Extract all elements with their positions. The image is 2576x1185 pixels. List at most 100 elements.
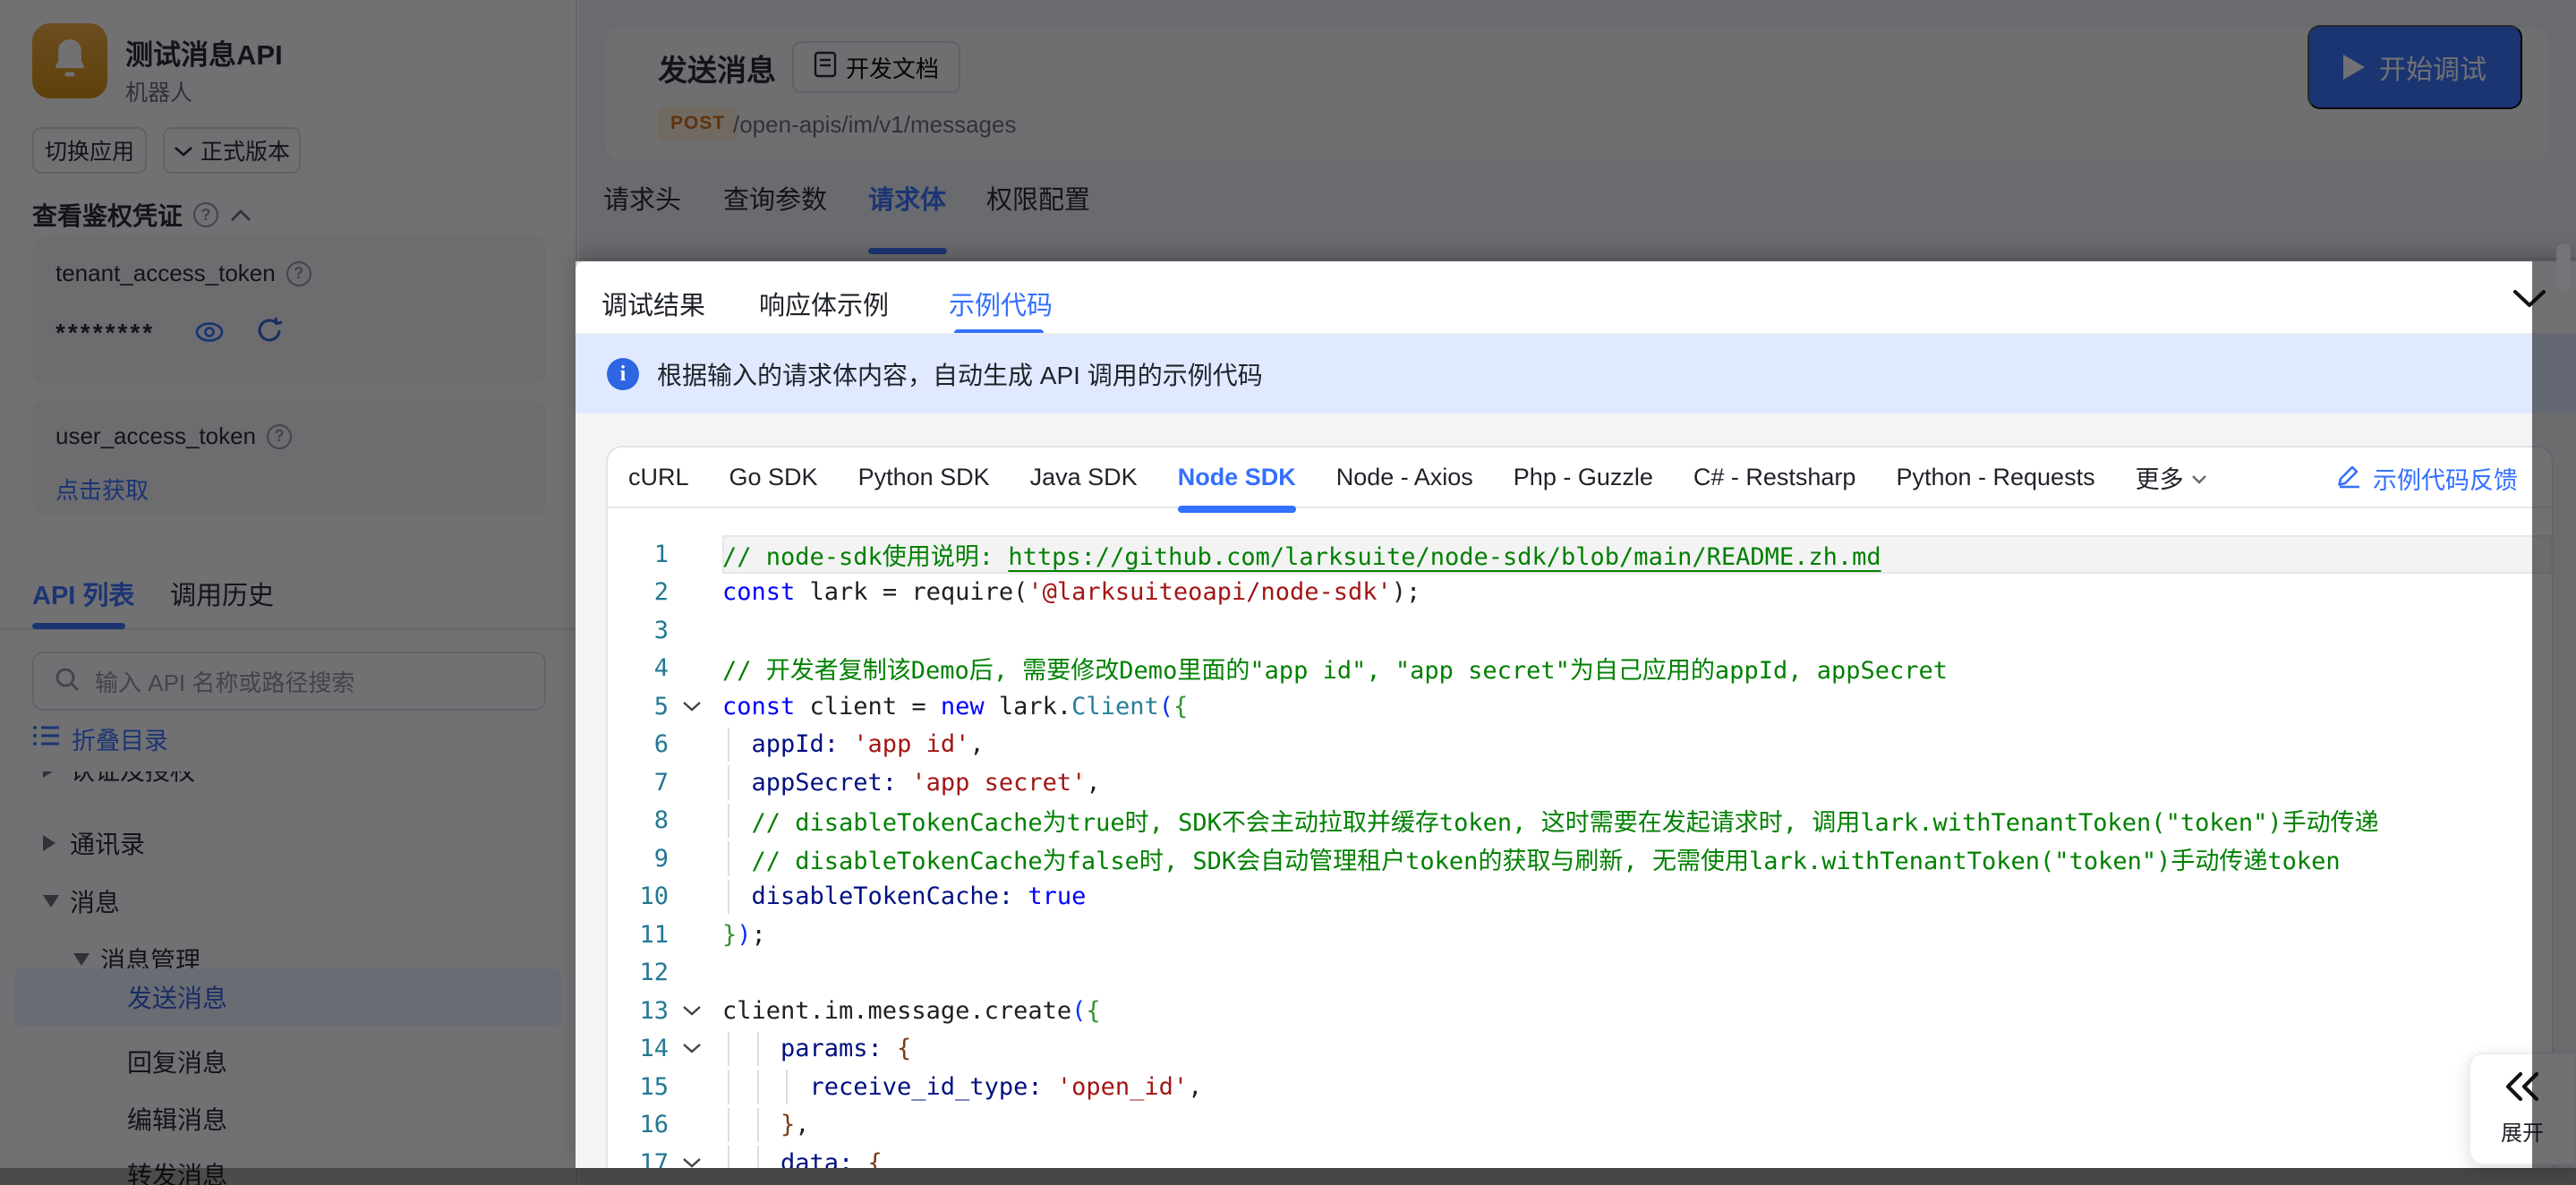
more-label: 更多 — [2135, 465, 2184, 493]
sdk-tab-go-sdk[interactable]: Go SDK — [729, 464, 818, 491]
code-token: , — [795, 1111, 810, 1139]
code-line-7: 7 appSecret: 'app secret', — [608, 763, 2552, 802]
code-token: ( — [1071, 996, 1087, 1025]
line-number: 14 — [639, 1035, 669, 1063]
line-number: 7 — [653, 768, 669, 797]
indent-guide — [756, 1146, 759, 1168]
code-token: // disableTokenCache为true时, SDK不会主动拉取并缓存… — [751, 809, 2379, 838]
line-number: 8 — [653, 806, 669, 835]
modal-overlay[interactable] — [0, 261, 576, 1168]
code-line-15: 15 receive_id_type: 'open_id', — [608, 1068, 2552, 1106]
modal-overlay[interactable] — [0, 1168, 2576, 1185]
code-content — [722, 611, 2552, 650]
code-content: appSecret: 'app secret', — [722, 763, 2552, 802]
code-content: // disableTokenCache为false时, SDK会自动管理租户t… — [722, 840, 2552, 878]
code-token: new — [940, 692, 985, 720]
indent-guide — [728, 841, 729, 876]
fold-chevron-icon[interactable] — [669, 1157, 715, 1168]
code-link[interactable]: https://github.com/larksuite/node-sdk/bl… — [1008, 543, 1881, 571]
code-content: }); — [722, 916, 2552, 954]
line-number: 16 — [639, 1111, 669, 1139]
sdk-tab-java-sdk[interactable]: Java SDK — [1030, 464, 1138, 491]
sdk-tab-php-guzzle[interactable]: Php - Guzzle — [1514, 464, 1653, 491]
code-token: client = — [795, 692, 941, 720]
drawer-body: cURL Go SDK Python SDK Java SDK Node SDK Node… — [576, 413, 2576, 1168]
code-line-5: 5 const client = new lark.Client({ — [608, 687, 2552, 726]
sdk-more-dropdown[interactable]: 更多 — [2136, 460, 2207, 495]
sdk-tab-node-axios[interactable]: Node - Axios — [1336, 464, 1473, 491]
code-content — [722, 954, 2552, 993]
sdk-tab-c-restsharp[interactable]: C# - Restsharp — [1693, 464, 1856, 491]
modal-overlay[interactable] — [0, 0, 2576, 261]
line-number: 4 — [653, 654, 669, 683]
code-token: appId: — [751, 730, 854, 759]
code-content: // 开发者复制该Demo后, 需要修改Demo里面的"app id", "ap… — [722, 650, 2552, 688]
fold-chevron-icon[interactable] — [669, 1043, 715, 1054]
drawer-tab-0[interactable]: 调试结果 — [601, 285, 705, 322]
code-content: // disableTokenCache为true时, SDK不会主动拉取并缓存… — [722, 802, 2552, 840]
code-content: client.im.message.create({ — [722, 992, 2552, 1030]
line-number: 12 — [639, 959, 669, 987]
code-token: appSecret: — [751, 768, 912, 797]
fold-chevron-icon[interactable] — [669, 701, 715, 712]
line-number: 9 — [653, 844, 669, 873]
code-token: ( — [1158, 692, 1173, 720]
indent-guide — [728, 1146, 729, 1168]
code-token: const — [722, 578, 796, 607]
code-line-9: 9 // disableTokenCache为false时, SDK会自动管理租户… — [608, 840, 2552, 878]
page-scrollbar-thumb[interactable] — [2556, 243, 2571, 290]
code-line-17: 17 data: { — [608, 1144, 2552, 1168]
code-content: params: { — [722, 1030, 2552, 1069]
code-line-8: 8 // disableTokenCache为true时, SDK不会主动拉取并缓… — [608, 802, 2552, 840]
app-window: 测试消息API 机器人 切换应用 正式版本 查看鉴权凭证 ? te — [0, 0, 2576, 1185]
info-banner: i 根据输入的请求体内容，自动生成 API 调用的示例代码 — [576, 335, 2576, 413]
code-line-6: 6 appId: 'app id', — [608, 726, 2552, 764]
code-token: { — [1173, 692, 1189, 720]
code-token: true — [1028, 882, 1087, 911]
code-token: { — [1086, 996, 1101, 1025]
code-token: disableTokenCache: — [751, 882, 1028, 911]
code-token: data: — [780, 1148, 868, 1168]
indent-guide — [728, 879, 729, 914]
indent-guide — [756, 1031, 759, 1066]
code-line-16: 16}, — [608, 1106, 2552, 1145]
sdk-tab-python-sdk[interactable]: Python SDK — [858, 464, 990, 491]
code-line-3: 3 — [608, 611, 2552, 650]
code-token: lark. — [984, 692, 1072, 720]
code-token: ); — [1391, 578, 1421, 607]
line-number: 6 — [653, 730, 669, 759]
line-number: 1 — [653, 540, 669, 568]
pencil-icon — [2335, 462, 2362, 495]
code-editor[interactable]: 1 // node-sdk使用说明: https://github.com/lar… — [608, 508, 2552, 1168]
code-token: 'app id' — [853, 730, 970, 759]
code-panel: cURL Go SDK Python SDK Java SDK Node SDK Node… — [606, 446, 2554, 1168]
sdk-tab-python-requests[interactable]: Python - Requests — [1896, 464, 2094, 491]
code-token: receive_id_type: — [809, 1072, 1057, 1101]
fold-chevron-icon[interactable] — [669, 1005, 715, 1017]
drawer-tab-2[interactable]: 示例代码 — [949, 285, 1053, 337]
code-token: lark = require( — [795, 578, 1028, 607]
sdk-tab-node-sdk[interactable]: Node SDK — [1177, 464, 1296, 513]
code-token: // 开发者复制该Demo后, 需要修改Demo里面的"app id", "ap… — [722, 657, 1949, 686]
code-token: // disableTokenCache为false时, SDK会自动管理租户t… — [751, 847, 2341, 875]
code-token: Client — [1071, 692, 1159, 720]
sdk-tab-curl[interactable]: cURL — [628, 464, 689, 491]
sample-code-feedback-link[interactable]: 示例代码反馈 — [2335, 448, 2518, 508]
code-token: { — [867, 1148, 883, 1168]
code-token: const — [722, 692, 796, 720]
line-number: 15 — [639, 1072, 669, 1101]
modal-overlay[interactable] — [2532, 261, 2576, 1168]
code-token: 'app secret' — [911, 768, 1087, 797]
code-line-1: 1 // node-sdk使用说明: https://github.com/lar… — [608, 535, 2552, 574]
code-token: ) — [737, 920, 752, 949]
code-token: '@larksuiteoapi/node-sdk' — [1028, 578, 1392, 607]
code-line-13: 13 client.im.message.create({ — [608, 992, 2552, 1030]
indent-guide — [728, 1107, 729, 1142]
code-token: { — [897, 1035, 912, 1063]
code-token: } — [780, 1111, 796, 1139]
drawer-tab-1[interactable]: 响应体示例 — [759, 285, 889, 322]
code-line-4: 4 // 开发者复制该Demo后, 需要修改Demo里面的"app id", "a… — [608, 650, 2552, 688]
code-token: } — [722, 920, 738, 949]
line-number: 11 — [639, 920, 669, 949]
indent-guide — [786, 1070, 788, 1104]
